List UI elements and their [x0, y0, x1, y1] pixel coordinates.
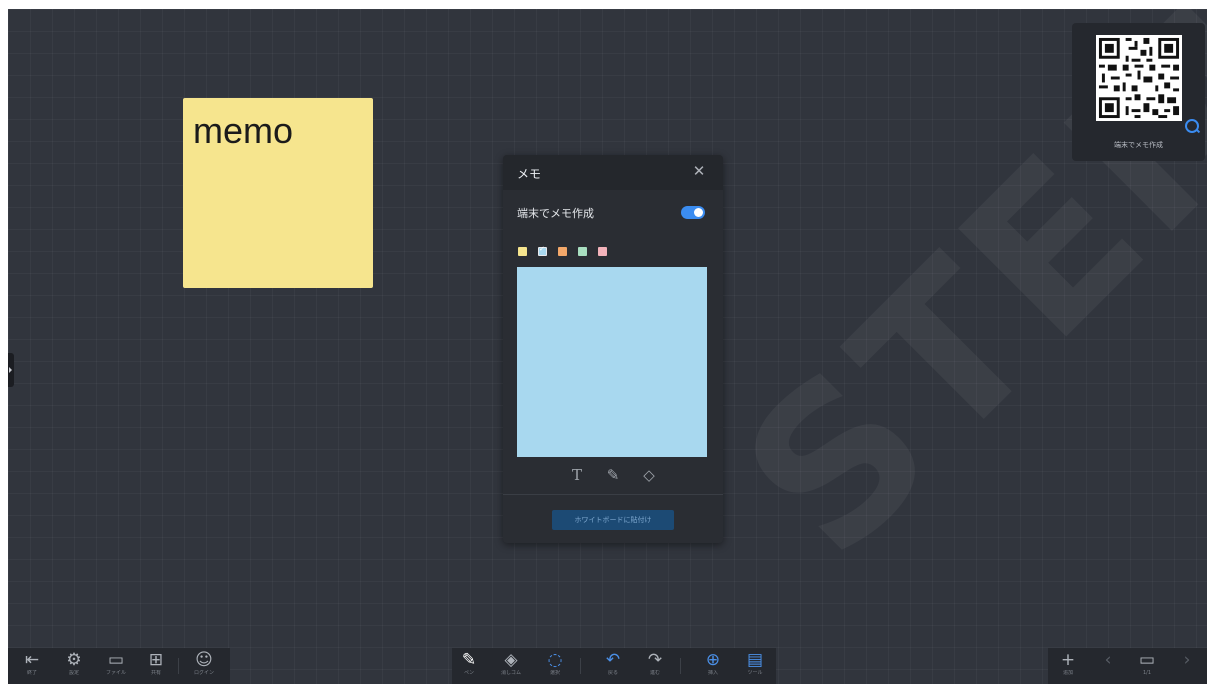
toolbar-separator: [580, 658, 581, 674]
settings-label: 設定: [68, 670, 79, 676]
tools-icon: ▤: [746, 650, 764, 670]
next-page-button[interactable]: ›: [1172, 648, 1202, 684]
select-icon: ◌: [547, 650, 563, 670]
qr-code: [1096, 35, 1182, 121]
next-page-icon: ›: [1183, 650, 1191, 670]
undo-button[interactable]: ↶ 戻る: [598, 648, 628, 684]
redo-button[interactable]: ↷ 進む: [640, 648, 670, 684]
eraser-icon: ◈: [504, 650, 518, 670]
settings-button[interactable]: ⚙ 設定: [59, 648, 89, 684]
share-label: 共有: [150, 670, 161, 676]
memo-tools: T ✎ ◇: [503, 463, 723, 487]
dialog-divider: [503, 494, 723, 495]
eraser-icon[interactable]: ◇: [637, 463, 661, 487]
paste-to-whiteboard-button[interactable]: ホワイトボードに貼付け: [552, 510, 674, 530]
pen-icon: ✎: [461, 650, 477, 670]
eraser-label: 消しゴム: [500, 670, 521, 676]
toolbar-separator: [178, 658, 179, 674]
whiteboard-canvas[interactable]: STEM memo 端末でメモ作成 メモ ✕ 端末でメモ作成 ✓ T ✎ ◇ ホ…: [8, 9, 1207, 684]
sticky-note-text: memo: [193, 110, 294, 151]
file-button[interactable]: ▭ ファイル: [101, 648, 131, 684]
bottom-toolbar-center: ✎ ペン ◈ 消しゴム ◌ 選択 ↶ 戻る ↷ 進む ⊕ 挿入 ▤ ツール: [452, 648, 776, 684]
insert-icon: ⊕: [705, 650, 721, 670]
toolbar-separator: [680, 658, 681, 674]
dialog-title: メモ: [517, 167, 542, 181]
redo-label: 進む: [649, 670, 660, 676]
zoom-icon[interactable]: [1185, 119, 1199, 133]
share-button[interactable]: ⊞ 共有: [141, 648, 171, 684]
side-panel-handle[interactable]: [8, 353, 14, 387]
user-icon: ☺: [195, 650, 213, 670]
exit-icon: ⇤: [24, 650, 40, 670]
settings-icon: ⚙: [66, 650, 82, 670]
folder-icon: ▭: [107, 650, 125, 670]
device-memo-toggle-label: 端末でメモ作成: [517, 207, 594, 220]
swatch-green[interactable]: [578, 247, 587, 256]
device-memo-toggle[interactable]: [681, 206, 705, 219]
redo-icon: ↷: [647, 650, 663, 670]
exit-button[interactable]: ⇤ 終了: [17, 648, 47, 684]
tools-label: ツール: [747, 670, 763, 676]
prev-page-icon: ‹: [1104, 650, 1112, 670]
file-label: ファイル: [105, 670, 126, 676]
swatch-orange[interactable]: [558, 247, 567, 256]
swatch-pink[interactable]: [598, 247, 607, 256]
qr-label: 端末でメモ作成: [1114, 141, 1163, 149]
pages-icon: ▭: [1138, 650, 1156, 670]
bottom-toolbar-right: + 追加 ‹ ▭ 1/1 ›: [1048, 648, 1207, 684]
tools-button[interactable]: ▤ ツール: [740, 648, 770, 684]
qr-panel: 端末でメモ作成: [1072, 23, 1205, 161]
add-page-button[interactable]: + 追加: [1053, 648, 1083, 684]
eraser-button[interactable]: ◈ 消しゴム: [496, 648, 526, 684]
memo-dialog: メモ ✕ 端末でメモ作成 T ✎ ◇ ホワイトボードに貼付け: [503, 155, 723, 543]
exit-label: 終了: [26, 670, 37, 676]
insert-button[interactable]: ⊕ 挿入: [698, 648, 728, 684]
insert-label: 挿入: [707, 670, 718, 676]
add-page-icon: +: [1060, 650, 1076, 670]
login-label: ログイン: [193, 670, 214, 676]
memo-drawing-area[interactable]: [517, 267, 707, 457]
share-icon: ⊞: [148, 650, 164, 670]
text-icon[interactable]: T: [565, 463, 589, 487]
undo-icon: ↶: [605, 650, 621, 670]
swatch-yellow[interactable]: [518, 247, 527, 256]
swatch-blue[interactable]: [538, 245, 547, 256]
select-button[interactable]: ◌ 選択: [540, 648, 570, 684]
close-icon[interactable]: ✕: [691, 163, 707, 179]
pen-icon[interactable]: ✎: [601, 463, 625, 487]
pen-button[interactable]: ✎ ペン: [454, 648, 484, 684]
prev-page-button[interactable]: ‹: [1093, 648, 1123, 684]
undo-label: 戻る: [607, 670, 618, 676]
select-label: 選択: [549, 670, 560, 676]
pen-label: ペン: [463, 670, 474, 676]
dialog-header: メモ ✕: [503, 155, 723, 190]
pages-label: 1/1: [1142, 670, 1152, 676]
pages-button[interactable]: ▭ 1/1: [1132, 648, 1162, 684]
bottom-toolbar-left: ⇤ 終了 ⚙ 設定 ▭ ファイル ⊞ 共有 ☺ ログイン: [8, 648, 230, 684]
login-button[interactable]: ☺ ログイン: [189, 648, 219, 684]
add-page-label: 追加: [1062, 670, 1073, 676]
sticky-note[interactable]: memo: [183, 98, 373, 288]
